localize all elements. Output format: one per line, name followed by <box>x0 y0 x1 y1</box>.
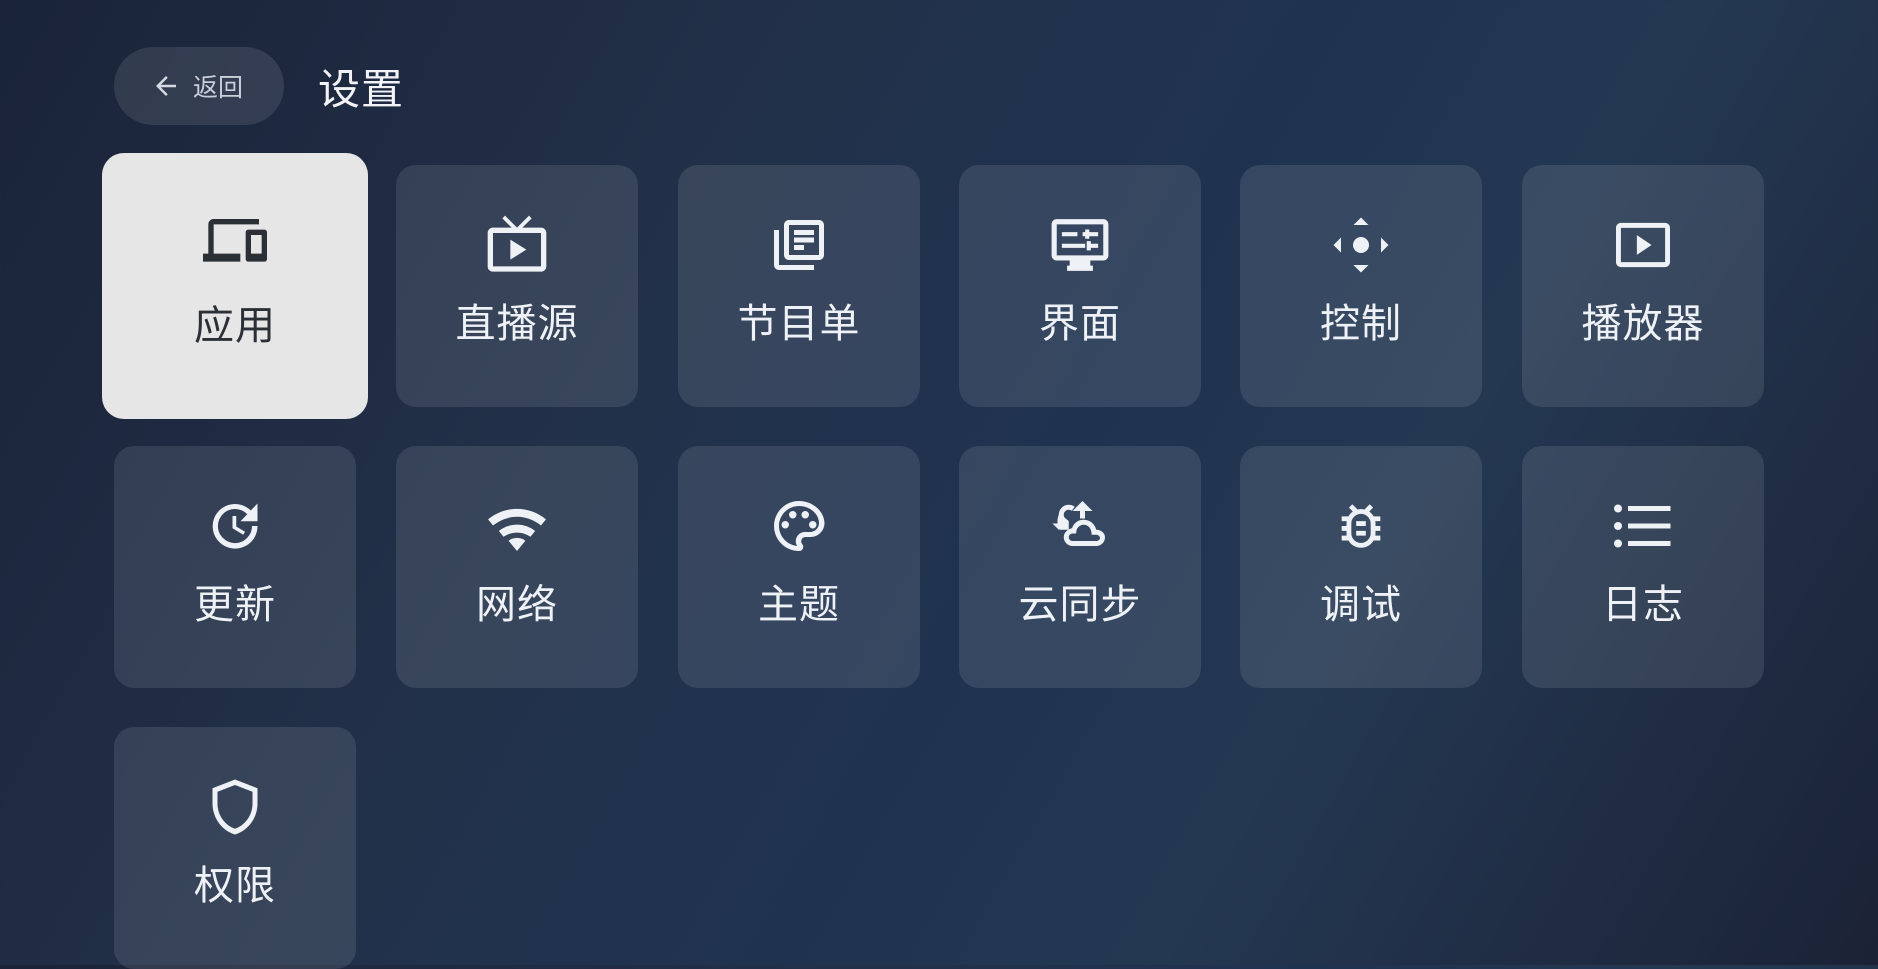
cloud-sync-icon <box>1048 494 1112 558</box>
live-tv-icon <box>485 213 549 277</box>
tile-update[interactable]: 更新 <box>114 446 356 688</box>
tile-label: 更新 <box>194 582 276 628</box>
tile-live-source[interactable]: 直播源 <box>396 165 638 407</box>
tile-label: 权限 <box>194 863 276 909</box>
list-icon <box>1611 494 1675 558</box>
tile-label: 主题 <box>758 582 840 628</box>
tile-label: 云同步 <box>1018 582 1142 628</box>
tile-permission[interactable]: 权限 <box>114 727 356 969</box>
tile-label: 控制 <box>1320 301 1402 347</box>
palette-icon <box>767 494 831 558</box>
tile-label: 节目单 <box>737 301 861 347</box>
update-icon <box>203 494 267 558</box>
header: 返回 设置 <box>114 47 404 125</box>
tile-ui[interactable]: 界面 <box>959 165 1201 407</box>
play-box-icon <box>1611 213 1675 277</box>
library-books-icon <box>767 213 831 277</box>
tile-epg[interactable]: 节目单 <box>678 165 920 407</box>
control-dpad-icon <box>1329 213 1393 277</box>
devices-icon <box>203 211 267 275</box>
tile-network[interactable]: 网络 <box>396 446 638 688</box>
tile-debug[interactable]: 调试 <box>1240 446 1482 688</box>
tile-control[interactable]: 控制 <box>1240 165 1482 407</box>
back-button[interactable]: 返回 <box>114 47 284 125</box>
tile-theme[interactable]: 主题 <box>678 446 920 688</box>
shield-icon <box>203 775 267 839</box>
tile-player[interactable]: 播放器 <box>1522 165 1764 407</box>
back-label: 返回 <box>192 73 243 102</box>
arrow-left-icon <box>149 69 183 103</box>
bug-icon <box>1329 494 1393 558</box>
page-title: 设置 <box>318 64 405 114</box>
tile-label: 应用 <box>194 303 276 349</box>
wifi-icon <box>485 494 549 558</box>
tile-log[interactable]: 日志 <box>1522 446 1764 688</box>
tile-label: 网络 <box>476 582 558 628</box>
display-settings-icon <box>1048 213 1112 277</box>
tile-cloud-sync[interactable]: 云同步 <box>959 446 1201 688</box>
tile-label: 直播源 <box>455 301 579 347</box>
tile-label: 调试 <box>1320 582 1402 628</box>
tile-label: 日志 <box>1602 582 1684 628</box>
tile-app[interactable]: 应用 <box>102 153 368 419</box>
tile-label: 播放器 <box>1581 301 1705 347</box>
tile-label: 界面 <box>1039 301 1121 347</box>
